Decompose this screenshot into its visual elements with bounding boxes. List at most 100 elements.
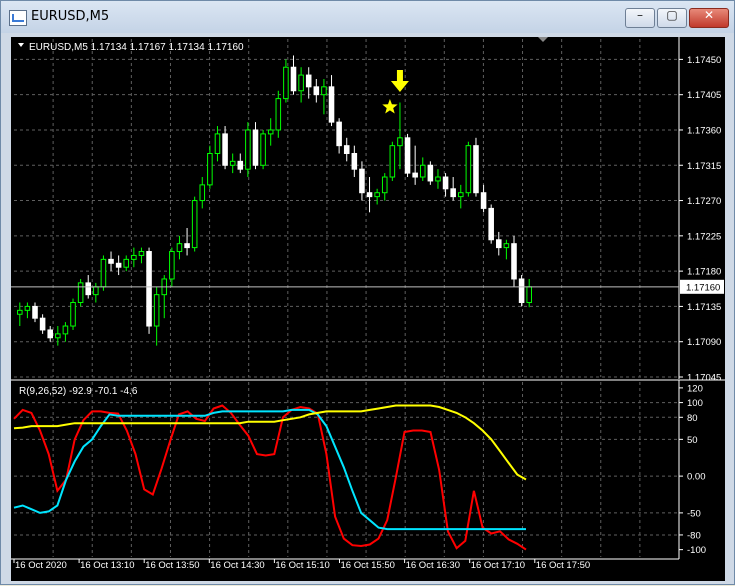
candle-body bbox=[321, 86, 327, 96]
indicator-tick-label: 100 bbox=[687, 398, 703, 409]
candle-body bbox=[39, 317, 46, 331]
indicator-lines bbox=[13, 404, 527, 551]
indicator-mid-line bbox=[13, 408, 526, 531]
candle-body bbox=[412, 172, 418, 178]
indicator-tick-label: 80 bbox=[687, 413, 698, 424]
minimize-button[interactable]: – bbox=[625, 8, 655, 28]
price-tick-label: 1.17270 bbox=[687, 196, 721, 207]
candle-body bbox=[184, 243, 190, 249]
candle-body bbox=[313, 86, 320, 96]
chart-header: EURUSD,M5 1.17134 1.17167 1.17134 1.1716… bbox=[29, 42, 244, 53]
candle-body bbox=[93, 286, 99, 296]
candle-body bbox=[108, 258, 114, 264]
candle-body bbox=[229, 160, 236, 166]
price-tick-label: 1.17405 bbox=[687, 90, 721, 101]
time-axis-labels: 16 Oct 2020 16 Oct 13:10 16 Oct 13:50 16 Oc… bbox=[11, 558, 679, 571]
chart-area[interactable]: 1.17450 1.17405 1.17360 1.17315 1.17270 1.172… bbox=[11, 37, 725, 581]
candle-body bbox=[169, 251, 175, 280]
candle-body bbox=[328, 86, 335, 123]
price-tick-label: 1.17135 bbox=[687, 302, 721, 313]
candle-body bbox=[374, 192, 380, 198]
current-price-tag-text: 1.17160 bbox=[686, 282, 720, 293]
time-tick-label: 16 Oct 2020 bbox=[15, 560, 67, 571]
candle-body bbox=[518, 278, 525, 303]
indicator-tick-label: 50 bbox=[687, 435, 698, 446]
candle-body bbox=[252, 129, 259, 166]
time-tick-label: 16 Oct 16:30 bbox=[406, 560, 460, 571]
candle-body bbox=[366, 192, 373, 198]
indicator-grid bbox=[14, 382, 679, 557]
price-grid bbox=[14, 39, 679, 378]
candle-body bbox=[298, 74, 304, 92]
candle-body bbox=[17, 309, 23, 315]
indicator-fast-line bbox=[13, 404, 527, 551]
candle-body bbox=[138, 251, 145, 256]
candle-body bbox=[496, 239, 502, 249]
maximize-icon: ▢ bbox=[666, 8, 678, 22]
price-tick-label: 1.17360 bbox=[687, 125, 721, 136]
candle-body bbox=[24, 305, 31, 311]
time-tick-label: 16 Oct 13:10 bbox=[80, 560, 134, 571]
indicator-axis-labels: 120 100 80 50 0.00 -50 -80 -100 bbox=[679, 383, 706, 556]
indicator-tick-label: -100 bbox=[687, 545, 706, 556]
candle-body bbox=[427, 164, 434, 182]
candle-body bbox=[480, 192, 487, 209]
candle-body bbox=[283, 66, 289, 100]
candle-body bbox=[526, 286, 532, 303]
candle-body bbox=[275, 98, 282, 131]
candle-body bbox=[55, 333, 61, 339]
candle-body bbox=[305, 74, 312, 88]
candle-body bbox=[381, 176, 388, 194]
chart-canvas[interactable]: 1.17450 1.17405 1.17360 1.17315 1.17270 1.172… bbox=[11, 37, 725, 581]
candle-body bbox=[100, 258, 107, 288]
candle-body bbox=[214, 133, 221, 154]
close-icon: ✕ bbox=[703, 8, 715, 22]
indicator-header: R(9,26,52) -92.9 -70.1 -4.6 bbox=[19, 386, 138, 397]
candle-body bbox=[146, 251, 152, 327]
candle-body bbox=[191, 200, 198, 249]
candle-body bbox=[457, 192, 464, 198]
candle-body bbox=[343, 145, 350, 154]
title-bar[interactable]: EURUSD,M5 – ▢ ✕ bbox=[1, 1, 734, 33]
candle-body bbox=[222, 133, 228, 166]
candle-body bbox=[47, 329, 53, 339]
candle-body bbox=[465, 145, 472, 194]
candle-body bbox=[473, 145, 479, 194]
chart-window: EURUSD,M5 – ▢ ✕ 1.17450 1.17405 1.17360 1.1… bbox=[0, 0, 735, 585]
candle-body bbox=[32, 305, 38, 319]
time-tick-label: 16 Oct 17:50 bbox=[536, 560, 590, 571]
time-tick-label: 16 Oct 13:50 bbox=[145, 560, 199, 571]
close-button[interactable]: ✕ bbox=[689, 8, 729, 28]
price-tick-label: 1.17090 bbox=[687, 337, 721, 348]
indicator-slow-line bbox=[13, 404, 527, 481]
candle-body bbox=[389, 145, 396, 178]
candle-body bbox=[404, 137, 411, 174]
chart-menu-icon[interactable] bbox=[18, 43, 24, 47]
candle-body bbox=[207, 152, 213, 186]
down-arrow-icon bbox=[390, 70, 409, 92]
candle-body bbox=[245, 129, 251, 170]
chart-shift-icon[interactable] bbox=[538, 37, 548, 42]
candle-body bbox=[131, 254, 137, 260]
time-tick-label: 16 Oct 15:50 bbox=[341, 560, 395, 571]
indicator-tick-label: -50 bbox=[687, 508, 701, 519]
candle-body bbox=[511, 243, 517, 280]
candle-body bbox=[435, 176, 441, 182]
star-icon bbox=[382, 99, 398, 114]
candle-body bbox=[153, 294, 160, 327]
indicator-tick-label: -80 bbox=[687, 530, 701, 541]
candle-body bbox=[62, 325, 69, 335]
candle-body bbox=[336, 121, 342, 147]
candle-body bbox=[442, 176, 449, 190]
window-title: EURUSD,M5 bbox=[31, 9, 110, 24]
candle-body bbox=[77, 282, 84, 303]
time-tick-label: 16 Oct 15:10 bbox=[275, 560, 329, 571]
candle-body bbox=[450, 188, 456, 198]
candle-body bbox=[503, 243, 510, 249]
candle-body bbox=[237, 160, 244, 170]
price-tick-label: 1.17180 bbox=[687, 267, 721, 278]
time-tick-label: 16 Oct 17:10 bbox=[471, 560, 525, 571]
maximize-button[interactable]: ▢ bbox=[657, 8, 687, 28]
candle-body bbox=[70, 301, 76, 327]
price-tick-label: 1.17315 bbox=[687, 161, 721, 172]
